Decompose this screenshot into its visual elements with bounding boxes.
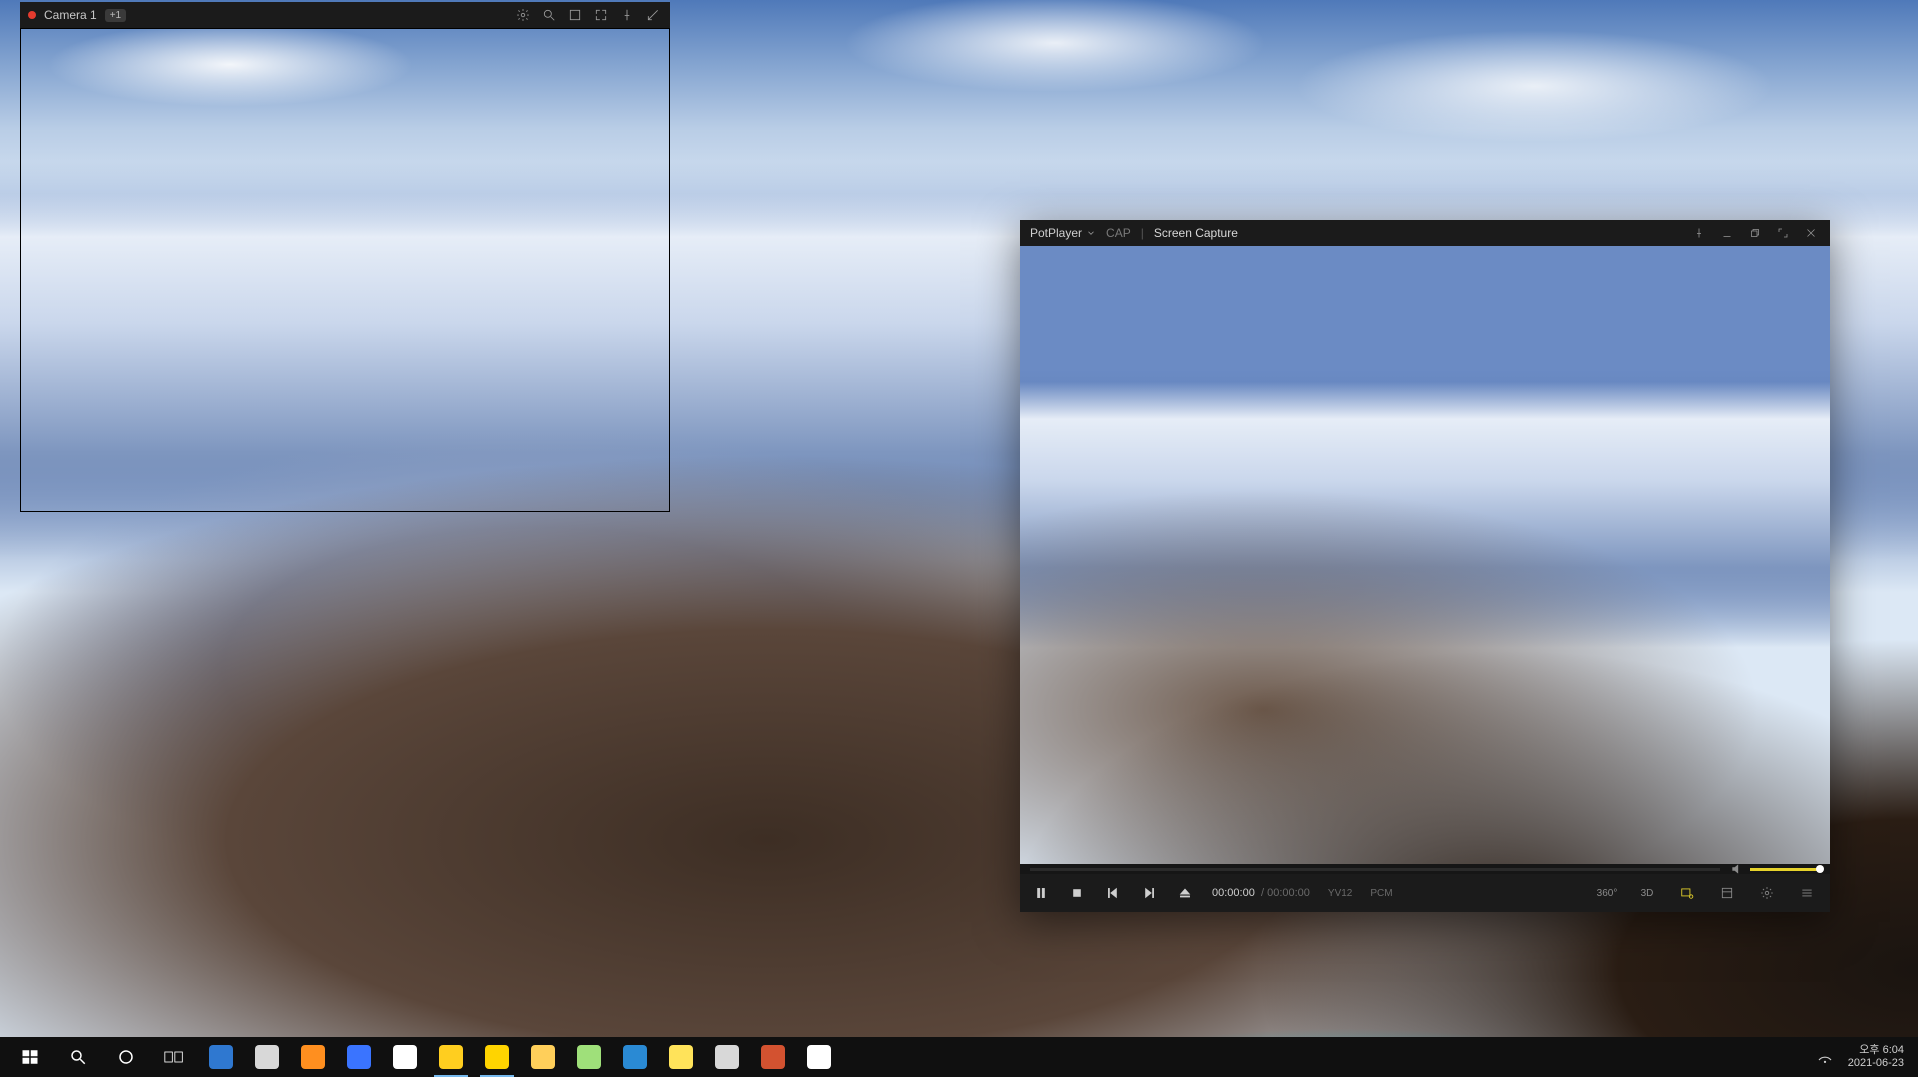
app-sublime-icon	[301, 1045, 325, 1069]
app-kakaotalk-icon	[485, 1045, 509, 1069]
app-sublime[interactable]	[290, 1037, 336, 1077]
potplayer-cap-label: CAP	[1106, 226, 1131, 240]
start-button[interactable]	[6, 1037, 54, 1077]
search-button[interactable]	[54, 1037, 102, 1077]
taskbar: 오후 6:04 2021-06-23	[0, 1037, 1918, 1077]
settings-button[interactable]	[1756, 884, 1778, 902]
app-store[interactable]	[796, 1037, 842, 1077]
search-icon[interactable]	[540, 6, 558, 24]
minimize-icon[interactable]	[1718, 224, 1736, 242]
potplayer-seekbar-row	[1020, 864, 1830, 874]
app-edge-icon	[209, 1045, 233, 1069]
close-icon[interactable]	[1802, 224, 1820, 242]
pin-icon[interactable]	[1690, 224, 1708, 242]
app-photos-icon	[623, 1045, 647, 1069]
app-notepadpp[interactable]	[566, 1037, 612, 1077]
video-codec-label: YV12	[1328, 888, 1352, 899]
gear-icon[interactable]	[514, 6, 532, 24]
app-explorer[interactable]	[520, 1037, 566, 1077]
search-icon	[69, 1048, 87, 1066]
app-chrome-icon	[393, 1045, 417, 1069]
wifi-icon	[1816, 1048, 1834, 1066]
app-paint3d[interactable]	[704, 1037, 750, 1077]
time-current: 00:00:00	[1212, 887, 1255, 899]
app-photos[interactable]	[612, 1037, 658, 1077]
title-separator: |	[1141, 226, 1144, 240]
record-indicator-icon	[28, 11, 36, 19]
taskbar-clock[interactable]: 오후 6:04 2021-06-23	[1840, 1044, 1912, 1070]
camera-title: Camera 1	[44, 8, 97, 22]
volume-fill	[1750, 868, 1820, 871]
windows-logo-icon	[21, 1048, 39, 1066]
cortana-button[interactable]	[102, 1037, 150, 1077]
camera-viewport[interactable]	[20, 28, 670, 512]
time-duration: 00:00:00	[1267, 887, 1310, 899]
app-store-icon	[807, 1045, 831, 1069]
volume-track[interactable]	[1750, 868, 1820, 871]
stop-button[interactable]	[1068, 884, 1086, 902]
app-kakaotalk[interactable]	[474, 1037, 520, 1077]
camera-overlay-window[interactable]: Camera 1 +1	[20, 2, 670, 512]
potplayer-controls: 00:00:00 / 00:00:00 YV12 PCM 360° 3D	[1020, 874, 1830, 912]
app-sticky-icon	[669, 1045, 693, 1069]
previous-button[interactable]	[1104, 884, 1122, 902]
pin-icon[interactable]	[618, 6, 636, 24]
app-sticky[interactable]	[658, 1037, 704, 1077]
app-chrome[interactable]	[382, 1037, 428, 1077]
restore-icon[interactable]	[1746, 224, 1764, 242]
clock-time: 오후 6:04	[1848, 1044, 1904, 1057]
potplayer-video-area[interactable]	[1020, 246, 1830, 864]
three-d-button[interactable]: 3D	[1636, 884, 1658, 902]
app-powerpoint-icon	[761, 1045, 785, 1069]
camera-count-badge: +1	[105, 9, 126, 22]
collapse-icon[interactable]	[644, 6, 662, 24]
task-view-button[interactable]	[150, 1037, 198, 1077]
app-todo[interactable]	[336, 1037, 382, 1077]
app-paint3d-icon	[715, 1045, 739, 1069]
potplayer-menu-button[interactable]: PotPlayer	[1030, 226, 1096, 240]
clock-date: 2021-06-23	[1848, 1057, 1904, 1070]
app-paint-icon	[255, 1045, 279, 1069]
expand-icon[interactable]	[592, 6, 610, 24]
potplayer-window[interactable]: PotPlayer CAP | Screen Capture 00:00:	[1020, 220, 1830, 912]
app-edge[interactable]	[198, 1037, 244, 1077]
potplayer-titlebar[interactable]: PotPlayer CAP | Screen Capture	[1020, 220, 1830, 246]
app-paint[interactable]	[244, 1037, 290, 1077]
pause-button[interactable]	[1032, 884, 1050, 902]
fit-icon[interactable]	[566, 6, 584, 24]
audio-codec-label: PCM	[1370, 888, 1392, 899]
playback-time: 00:00:00 / 00:00:00	[1212, 887, 1310, 899]
potplayer-media-title: Screen Capture	[1154, 226, 1238, 240]
camera-titlebar[interactable]: Camera 1 +1	[20, 2, 670, 28]
app-todo-icon	[347, 1045, 371, 1069]
maximize-icon[interactable]	[1774, 224, 1792, 242]
task-view-icon	[164, 1049, 184, 1065]
volume-thumb[interactable]	[1816, 865, 1824, 873]
taskbar-apps	[198, 1037, 842, 1077]
app-potplayer-icon	[439, 1045, 463, 1069]
app-powerpoint[interactable]	[750, 1037, 796, 1077]
playlist-button[interactable]	[1796, 884, 1818, 902]
app-explorer-icon	[531, 1045, 555, 1069]
vr360-button[interactable]: 360°	[1596, 884, 1618, 902]
app-potplayer[interactable]	[428, 1037, 474, 1077]
app-notepadpp-icon	[577, 1045, 601, 1069]
chevron-down-icon	[1086, 228, 1096, 238]
next-button[interactable]	[1140, 884, 1158, 902]
tray-network-button[interactable]	[1810, 1037, 1840, 1077]
potplayer-app-name: PotPlayer	[1030, 226, 1082, 240]
playlist-panel-button[interactable]	[1716, 884, 1738, 902]
time-separator: /	[1261, 887, 1264, 899]
pixel-shader-button[interactable]	[1676, 884, 1698, 902]
eject-button[interactable]	[1176, 884, 1194, 902]
seek-track[interactable]	[1030, 868, 1720, 871]
circle-icon	[117, 1048, 135, 1066]
